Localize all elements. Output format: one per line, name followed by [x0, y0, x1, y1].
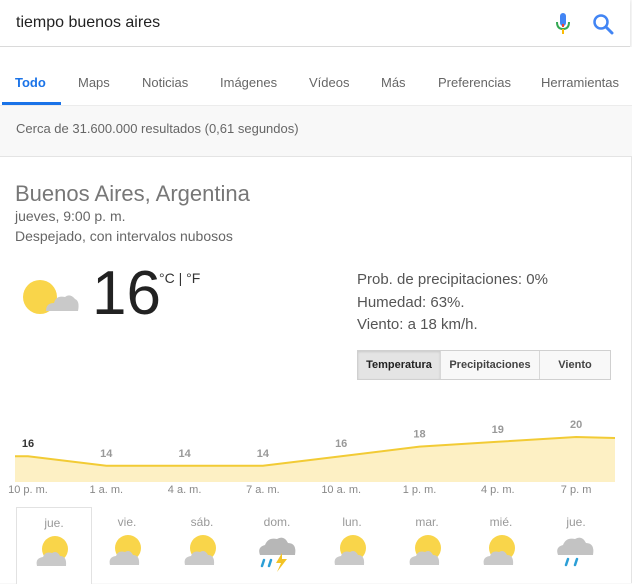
unit-celsius[interactable]: °C: [159, 270, 175, 286]
weather-card: Buenos Aires, Argentina jueves, 9:00 p. …: [0, 156, 632, 584]
time-tick-label: 1 p. m.: [402, 484, 437, 496]
tab-preferencias[interactable]: Preferencias: [438, 75, 511, 90]
partly-cloudy-icon: [23, 280, 79, 314]
tab-herramientas[interactable]: Herramientas: [541, 75, 619, 90]
temperature-units: °C | °F: [159, 270, 200, 286]
day-forecast[interactable]: vie.: [90, 507, 164, 583]
partly-cloudy-icon: [409, 535, 441, 565]
current-temperature: 16: [92, 259, 161, 328]
temperature-data-label: 18: [413, 429, 425, 441]
day-forecast[interactable]: dom.: [240, 507, 314, 583]
partly-cloudy-icon: [483, 535, 515, 565]
temperature-data-label: 14: [257, 448, 270, 460]
time-axis: 10 p. m. 1 a. m. 4 a. m. 7 a. m. 10 a. m. 1 p…: [0, 484, 632, 500]
unit-separator: |: [174, 270, 187, 286]
microphone-icon[interactable]: [553, 12, 573, 36]
search-bar: tiempo buenos aires: [0, 0, 630, 47]
weather-location: Buenos Aires, Argentina: [15, 181, 250, 206]
day-label: sáb.: [190, 515, 214, 529]
time-tick-label: 7 a. m.: [246, 484, 280, 496]
active-tab-indicator: [2, 102, 61, 105]
tab-mas[interactable]: Más: [381, 75, 406, 90]
tab-imagenes[interactable]: Imágenes: [220, 75, 277, 90]
day-forecast[interactable]: sáb.: [165, 507, 239, 583]
wind: Viento: a 18 km/h.: [357, 316, 478, 333]
humidity: Humedad: 63%.: [357, 293, 465, 311]
time-tick-label: 10 p. m.: [8, 484, 48, 496]
day-forecast[interactable]: mar.: [390, 507, 464, 583]
search-tabs: Todo Maps Noticias Imágenes Vídeos Más P…: [0, 47, 632, 106]
day-label: jue.: [566, 515, 586, 529]
temperature-data-label: 19: [492, 424, 504, 436]
time-tick-label: 10 a. m.: [321, 484, 362, 496]
temperature-data-label: 16: [335, 438, 347, 450]
toggle-temperature[interactable]: Temperatura: [358, 351, 441, 379]
day-forecast[interactable]: jue.: [16, 507, 92, 584]
thunderstorm-icon: [259, 537, 296, 572]
weather-condition: Despejado, con intervalos nubosos: [15, 228, 233, 244]
tab-videos[interactable]: Vídeos: [309, 75, 349, 90]
temperature-data-label: 14: [178, 448, 191, 460]
day-forecast[interactable]: mié.: [464, 507, 538, 583]
unit-fahrenheit[interactable]: °F: [186, 270, 200, 286]
precipitation-probability: Prob. de precipitaciones: 0%: [357, 271, 548, 288]
day-label: mié.: [489, 515, 513, 529]
time-tick-label: 7 p. m: [560, 484, 592, 496]
temperature-chart: 16 14 14 14 16 18 19 20: [15, 419, 615, 482]
day-label: jue.: [44, 516, 64, 530]
search-icon[interactable]: [592, 13, 614, 35]
time-tick-label: 1 a. m.: [89, 484, 124, 496]
results-count: Cerca de 31.600.000 resultados (0,61 seg…: [16, 121, 299, 136]
weather-datetime: jueves, 9:00 p. m.: [15, 208, 126, 224]
day-label: vie.: [117, 515, 137, 529]
time-tick-label: 4 a. m.: [167, 484, 202, 496]
time-tick-label: 4 p. m.: [480, 484, 515, 496]
tab-maps[interactable]: Maps: [78, 75, 110, 90]
temperature-data-label: 16: [22, 438, 34, 450]
partly-cloudy-icon: [36, 536, 68, 566]
weather-details: Prob. de precipitaciones: 0% Humedad: 63…: [357, 269, 548, 337]
day-label: dom.: [263, 515, 291, 529]
partly-cloudy-icon: [109, 535, 141, 565]
toggle-precipitation[interactable]: Precipitaciones: [441, 351, 540, 379]
partly-cloudy-icon: [334, 535, 366, 565]
partly-cloudy-icon: [184, 535, 216, 565]
tab-todo[interactable]: Todo: [15, 75, 46, 90]
toggle-wind[interactable]: Viento: [540, 351, 610, 379]
temperature-data-label: 20: [570, 419, 582, 431]
temperature-data-label: 14: [100, 448, 113, 460]
day-forecast[interactable]: lun.: [315, 507, 389, 583]
tab-noticias[interactable]: Noticias: [142, 75, 188, 90]
search-input[interactable]: tiempo buenos aires: [16, 14, 160, 32]
day-forecast[interactable]: jue.: [539, 507, 613, 583]
rain-icon: [557, 537, 594, 567]
day-label: lun.: [342, 515, 362, 529]
chart-toggle: Temperatura Precipitaciones Viento: [357, 350, 611, 380]
day-label: mar.: [415, 515, 439, 529]
